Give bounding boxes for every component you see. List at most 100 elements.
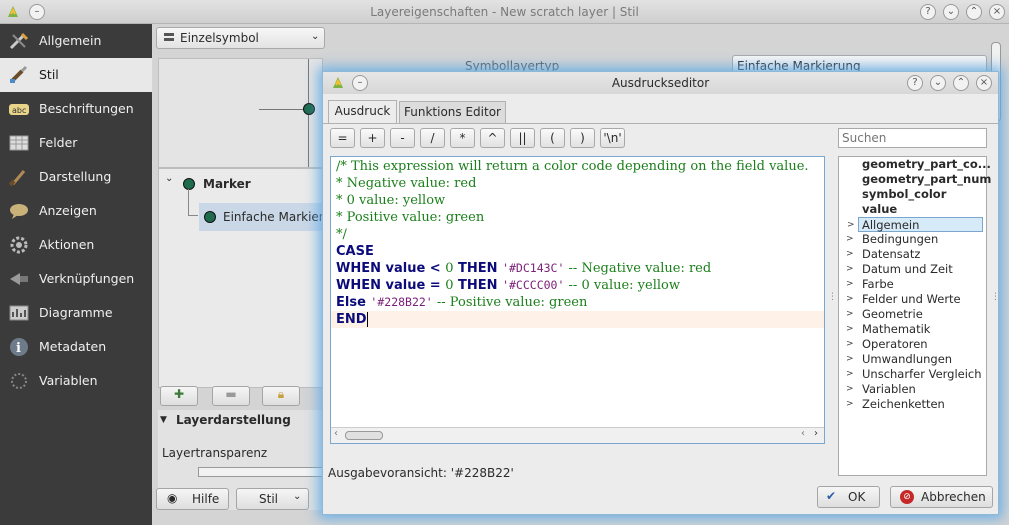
sidebar-item-label: Allgemein [39, 33, 102, 48]
tree-item-simple-marker[interactable]: Einfache Markierung [199, 203, 347, 231]
horizontal-scrollbar[interactable]: ‹ ‹ › [331, 427, 824, 443]
expand-arrow-icon[interactable]: > [846, 232, 854, 247]
splitter-handle[interactable]: ⋮ [991, 292, 1000, 302]
expression-editor[interactable]: /* This expression will return a color c… [330, 156, 825, 444]
add-symbol-layer-button[interactable]: ✚ [160, 386, 198, 406]
close-button[interactable]: × [989, 4, 1005, 20]
function-group-item[interactable]: > Farbe [839, 277, 986, 292]
function-group-label: Geometrie [862, 307, 923, 321]
lock-layer-button[interactable]: 🔒︎ [262, 386, 300, 406]
function-group-item[interactable]: > Datum und Zeit [839, 262, 986, 277]
sidebar-item-beschriftungen[interactable]: abc Beschriftungen [0, 92, 152, 126]
list-item[interactable]: geometry_part_co... [839, 157, 991, 172]
splitter-handle[interactable]: ⋮ [828, 292, 837, 302]
list-item[interactable]: geometry_part_num [839, 172, 991, 187]
scrollbar-thumb[interactable] [345, 431, 383, 440]
function-list[interactable]: geometry_part_co... geometry_part_num sy… [838, 156, 991, 476]
tab-ausdruck[interactable]: Ausdruck [328, 100, 397, 124]
sidebar-item-label: Variablen [39, 373, 98, 388]
operator-multiply-button[interactable]: * [450, 128, 475, 148]
transparency-slider[interactable] [198, 467, 324, 477]
sidebar-item-label: Beschriftungen [39, 101, 134, 116]
function-group-label: Operatoren [862, 337, 928, 351]
operator-power-button[interactable]: ^ [480, 128, 505, 148]
maximize-button[interactable]: ⌃ [953, 75, 969, 91]
list-item[interactable]: value [839, 202, 986, 217]
lifebuoy-icon: ◉ [167, 491, 178, 505]
function-group-item[interactable]: > Variablen [839, 382, 986, 397]
sidebar-item-label: Darstellung [39, 169, 112, 184]
minimize-button[interactable]: ⌄ [930, 75, 946, 91]
function-group-item[interactable]: > Zeichenketten [839, 397, 986, 412]
remove-symbol-layer-button[interactable]: ▬ [212, 386, 250, 406]
expand-arrow-icon[interactable]: > [846, 322, 854, 337]
function-group-item[interactable]: > Datensatz [839, 247, 986, 262]
function-group-item[interactable]: > Unscharfer Vergleich [839, 367, 986, 382]
help-title-button[interactable]: ? [920, 4, 936, 20]
operator-equals-button[interactable]: = [330, 128, 355, 148]
code-line: */ [336, 226, 347, 243]
operator-minus-button[interactable]: - [390, 128, 415, 148]
operator-close-paren-button[interactable]: ) [570, 128, 595, 148]
function-group-item[interactable]: > Umwandlungen [839, 352, 986, 367]
function-group-item[interactable]: > Allgemein [847, 217, 983, 232]
expand-arrow-icon[interactable]: > [846, 307, 854, 322]
ok-button[interactable]: ✔ OK [817, 486, 880, 508]
operator-divide-button[interactable]: / [420, 128, 445, 148]
sidebar-item-variablen[interactable]: Variablen [0, 364, 152, 398]
help-title-button[interactable]: ? [907, 75, 923, 91]
sidebar-item-aktionen[interactable]: Aktionen [0, 228, 152, 262]
renderer-combo[interactable]: Einzelsymbol ⌄ [156, 27, 325, 49]
function-group-item[interactable]: > Operatoren [839, 337, 986, 352]
join-icon [8, 269, 30, 289]
code-token: CASE [336, 244, 374, 259]
expand-arrow-icon[interactable]: > [846, 382, 854, 397]
expand-arrow-icon[interactable]: > [846, 262, 854, 277]
scroll-left-icon[interactable]: ‹ [334, 428, 338, 439]
sidebar-item-allgemein[interactable]: Allgemein [0, 24, 152, 58]
sidebar-item-stil[interactable]: Stil [0, 58, 152, 92]
expand-arrow-icon[interactable]: > [846, 247, 854, 262]
sidebar-item-diagramme[interactable]: Diagramme [0, 296, 152, 330]
code-line: * Negative value: red [336, 175, 476, 192]
tab-funktions-editor[interactable]: Funktions Editor [399, 101, 506, 124]
sidebar-item-felder[interactable]: Felder [0, 126, 152, 160]
help-button[interactable]: ◉ Hilfe [156, 488, 229, 510]
function-group-label: Bedingungen [862, 232, 939, 246]
expand-arrow-icon[interactable]: > [846, 337, 854, 352]
expand-arrow-icon[interactable]: > [846, 367, 854, 382]
operator-open-paren-button[interactable]: ( [540, 128, 565, 148]
style-menu-button[interactable]: Stil ⌄ [236, 488, 309, 510]
expand-arrow-icon[interactable]: > [846, 397, 854, 412]
sidebar-item-anzeigen[interactable]: Anzeigen [0, 194, 152, 228]
function-search-input[interactable] [838, 128, 987, 148]
code-line: * Positive value: green [336, 209, 484, 226]
sidebar-item-darstellung[interactable]: Darstellung [0, 160, 152, 194]
code-token: THEN [453, 278, 503, 293]
scroll-right-icon[interactable]: › [814, 428, 818, 439]
function-group-item[interactable]: > Bedingungen [839, 232, 986, 247]
maximize-button[interactable]: ⌃ [966, 4, 982, 20]
collapse-arrow-icon[interactable]: ▼ [160, 415, 167, 425]
code-token: * Negative value: red [336, 176, 477, 191]
function-group-item[interactable]: > Mathematik [839, 322, 986, 337]
close-button[interactable]: × [976, 75, 992, 91]
operator-newline-button[interactable]: '\n' [600, 128, 625, 148]
collapse-arrow-icon[interactable]: ⌄ [165, 173, 173, 184]
operator-plus-button[interactable]: + [360, 128, 385, 148]
sidebar-item-metadaten[interactable]: i Metadaten [0, 330, 152, 364]
expand-arrow-icon[interactable]: > [846, 277, 854, 292]
operator-concat-button[interactable]: || [510, 128, 535, 148]
expand-arrow-icon[interactable]: > [846, 292, 854, 307]
minimize-button[interactable]: ⌄ [943, 4, 959, 20]
expand-arrow-icon[interactable]: > [846, 352, 854, 367]
scroll-left-icon[interactable]: ‹ [801, 428, 805, 439]
marker-preview-icon [303, 103, 315, 115]
list-item[interactable]: symbol_color [839, 187, 986, 202]
function-group-item[interactable]: > Geometrie [839, 307, 986, 322]
function-group-item[interactable]: > Felder und Werte [839, 292, 986, 307]
cancel-button[interactable]: ⊘ Abbrechen [890, 486, 993, 508]
expand-arrow-icon[interactable]: > [847, 218, 855, 233]
tree-item-marker[interactable]: Marker [203, 177, 251, 191]
sidebar-item-verknuepfungen[interactable]: Verknüpfungen [0, 262, 152, 296]
